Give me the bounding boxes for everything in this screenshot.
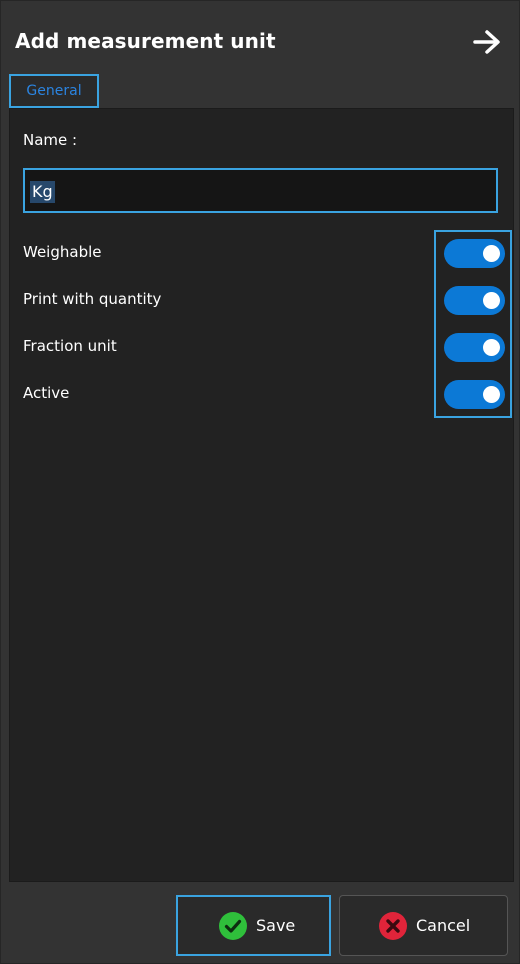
fraction-unit-toggle[interactable]: [444, 333, 505, 362]
check-circle-icon: [219, 911, 247, 940]
print-with-quantity-label: Print with quantity: [23, 290, 162, 308]
fraction-unit-label: Fraction unit: [23, 337, 117, 355]
cancel-button-label: Cancel: [416, 916, 471, 935]
toggle-knob: [483, 292, 500, 309]
weighable-label: Weighable: [23, 243, 102, 261]
x-circle-icon: [379, 911, 407, 940]
name-input[interactable]: Kg: [23, 168, 498, 213]
toggle-knob: [483, 339, 500, 356]
arrow-right-icon: [473, 30, 500, 54]
name-input-value: Kg: [30, 181, 55, 203]
active-label: Active: [23, 384, 70, 402]
save-button-label: Save: [256, 916, 296, 935]
dialog-title: Add measurement unit: [15, 29, 276, 53]
cancel-button[interactable]: Cancel: [339, 895, 508, 956]
close-button[interactable]: [471, 27, 503, 57]
toggle-knob: [483, 386, 500, 403]
active-toggle[interactable]: [444, 380, 505, 409]
add-measurement-unit-dialog: Add measurement unit General Name : Kg W…: [0, 0, 520, 964]
toggle-group: [434, 230, 512, 418]
name-label: Name :: [23, 131, 78, 149]
tab-general-label: General: [26, 83, 82, 99]
toggle-knob: [483, 245, 500, 262]
general-tab-content: Name : Kg Weighable Print with quantity …: [9, 108, 514, 882]
weighable-toggle[interactable]: [444, 239, 505, 268]
print-with-quantity-toggle[interactable]: [444, 286, 505, 315]
dialog-header: Add measurement unit: [1, 1, 520, 73]
save-button[interactable]: Save: [176, 895, 331, 956]
tab-general[interactable]: General: [9, 74, 99, 108]
